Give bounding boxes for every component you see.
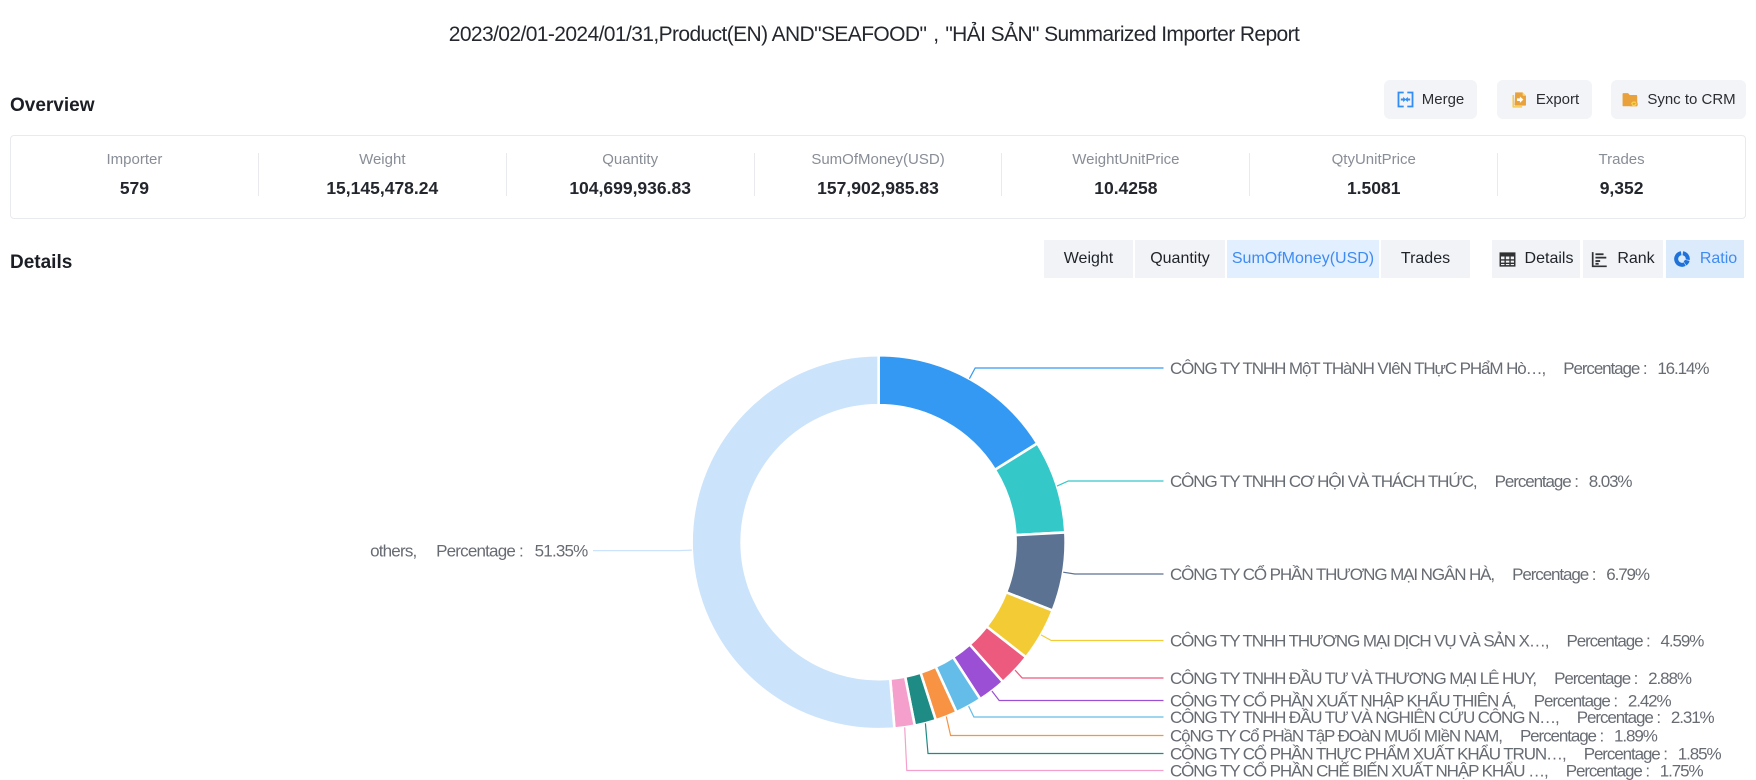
svg-text:CÔNG TY TNHH THƯƠNG MẠI DỊCH V: CÔNG TY TNHH THƯƠNG MẠI DỊCH VỤ VÀ SẢN X…: [1170, 632, 1704, 651]
svg-text:CÔNG TY TNHH ĐẦU TƯ VÀ THƯƠNG: CÔNG TY TNHH ĐẦU TƯ VÀ THƯƠNG MẠI LÊ HUY…: [1170, 669, 1692, 688]
svg-text:others, Percentage : 51.: others, Percentage : 51.35%: [370, 542, 588, 561]
svg-text:CÔNG TY CỔ PHẦN CHẾ BIẾN XUẤT: CÔNG TY CỔ PHẦN CHẾ BIẾN XUẤT NHẬP KHẨU …: [1170, 762, 1703, 780]
svg-text:CộNG TY Cổ PHầN TậP ĐOàN MUốI: CộNG TY Cổ PHầN TậP ĐOàN MUốI MIềN NAM, …: [1170, 727, 1658, 746]
svg-text:CÔNG TY TNHH MộT THàNH VIêN TH: CÔNG TY TNHH MộT THàNH VIêN THựC PHẩM Hò…: [1170, 359, 1709, 378]
svg-text:CÔNG TY TNHH CƠ HỘI VÀ THÁCH T: CÔNG TY TNHH CƠ HỘI VÀ THÁCH THỨC, Perce…: [1170, 472, 1632, 491]
svg-text:CÔNG TY CỔ PHẦN THƯƠNG MẠI NGÂ: CÔNG TY CỔ PHẦN THƯƠNG MẠI NGÂN HÀ, Perc…: [1170, 565, 1650, 584]
svg-text:CÔNG TY TNHH ĐẦU TƯ VÀ NGHIÊN: CÔNG TY TNHH ĐẦU TƯ VÀ NGHIÊN CỨU CÔNG N…: [1170, 708, 1715, 727]
